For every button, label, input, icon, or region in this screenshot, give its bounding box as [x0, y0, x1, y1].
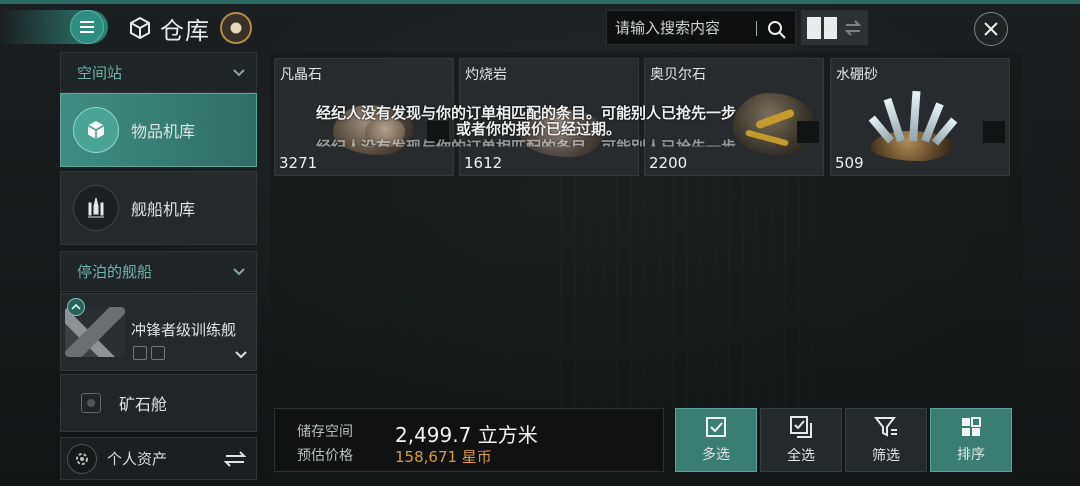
select-all-icon [790, 416, 812, 438]
section-station-label: 空间站 [77, 64, 123, 82]
search-bar [606, 10, 796, 45]
ore-hold-icon [81, 393, 101, 413]
item-name: 奥贝尔石 [650, 67, 706, 83]
cube-icon [130, 16, 150, 40]
item-hangar-icon [73, 107, 119, 153]
sidebar-item-ship-hangar[interactable]: 舰船机库 [60, 171, 257, 245]
menu-icon [70, 10, 104, 44]
item-grid: 凡晶石 3271 灼烧岩 1612 奥贝尔石 2200 水硼砂 509 经纪人没… [274, 58, 1014, 176]
search-input[interactable] [615, 11, 755, 44]
ore-hold-label: 矿石舱 [119, 395, 168, 414]
close-button[interactable] [974, 12, 1008, 46]
gear-icon [67, 443, 97, 474]
button-label: 多选 [702, 447, 730, 463]
ship-name: 冲锋者级训练舰 [131, 320, 237, 339]
item-name: 灼烧岩 [465, 67, 507, 83]
section-docked-ships[interactable]: 停泊的舰船 [60, 251, 257, 292]
item-name: 水硼砂 [836, 67, 878, 83]
search-divider [756, 21, 757, 36]
chevron-down-icon [233, 69, 245, 77]
assets-label: 个人资产 [107, 450, 168, 468]
target-icon[interactable] [220, 12, 252, 44]
ore-image [851, 87, 961, 162]
ship-module-icons [133, 346, 165, 360]
sidebar: 空间站 物品机库 舰船机库 停泊的舰船 冲锋者级训练舰 矿石舱 个人资产 [60, 52, 257, 482]
checkbox-icon [706, 417, 726, 437]
chevron-down-icon[interactable] [234, 348, 248, 362]
item-name: 凡晶石 [280, 67, 322, 83]
sidebar-item-item-hangar[interactable]: 物品机库 [60, 93, 257, 167]
storage-label: 储存空间 [297, 424, 353, 440]
filter-icon [874, 417, 897, 437]
price-value: 158,671 星币 [395, 448, 492, 466]
personal-assets-button[interactable]: 个人资产 [60, 437, 257, 480]
multi-select-button[interactable]: 多选 [675, 408, 757, 472]
button-label: 全选 [787, 448, 815, 464]
search-icon[interactable] [767, 20, 787, 40]
item-slot [427, 121, 449, 143]
grid-view-icon[interactable] [807, 16, 837, 39]
ship-hangar-icon [73, 185, 119, 231]
ore-image [685, 87, 813, 162]
item-quantity: 1612 [464, 154, 503, 172]
item-quantity: 3271 [279, 154, 318, 172]
sidebar-item-label: 舰船机库 [131, 200, 196, 219]
button-label: 筛选 [872, 448, 900, 464]
section-docked-label: 停泊的舰船 [77, 263, 153, 281]
item-cell[interactable]: 凡晶石 3271 [274, 58, 454, 176]
close-icon [984, 22, 998, 36]
menu-button[interactable] [0, 10, 108, 44]
view-toggle[interactable] [801, 10, 868, 45]
chevron-down-icon [233, 268, 245, 276]
inventory-panel: 凡晶石 3271 灼烧岩 1612 奥贝尔石 2200 水硼砂 509 经纪人没… [270, 52, 1022, 482]
top-accent-bar [0, 0, 1080, 4]
ship-active-badge-icon [67, 298, 85, 316]
sort-button[interactable]: 排序 [930, 408, 1012, 472]
docked-ship[interactable]: 冲锋者级训练舰 [60, 293, 257, 371]
ore-hold[interactable]: 矿石舱 [60, 374, 257, 432]
item-cell[interactable]: 奥贝尔石 2200 [644, 58, 824, 176]
item-quantity: 2200 [649, 154, 688, 172]
page-header: 仓库 [128, 11, 252, 45]
item-cell[interactable]: 水硼砂 509 [830, 58, 1010, 176]
price-label: 预估价格 [297, 448, 353, 464]
ore-image [315, 87, 425, 162]
button-label: 排序 [957, 447, 985, 463]
item-slot [797, 121, 819, 143]
storage-value: 2,499.7 立方米 [395, 423, 538, 447]
ore-image [500, 87, 610, 162]
select-all-button[interactable]: 全选 [760, 408, 842, 472]
item-cell[interactable]: 灼烧岩 1612 [459, 58, 639, 176]
item-quantity: 509 [835, 154, 864, 172]
filter-button[interactable]: 筛选 [845, 408, 927, 472]
storage-summary: 储存空间 2,499.7 立方米 预估价格 158,671 星币 [274, 408, 664, 472]
swap-view-icon[interactable] [843, 18, 863, 38]
sidebar-item-label: 物品机库 [131, 122, 196, 141]
item-slot [983, 121, 1005, 143]
exchange-icon[interactable] [224, 451, 246, 467]
sort-grid-icon [962, 417, 981, 436]
section-station[interactable]: 空间站 [60, 52, 257, 93]
page-title: 仓库 [160, 16, 210, 45]
